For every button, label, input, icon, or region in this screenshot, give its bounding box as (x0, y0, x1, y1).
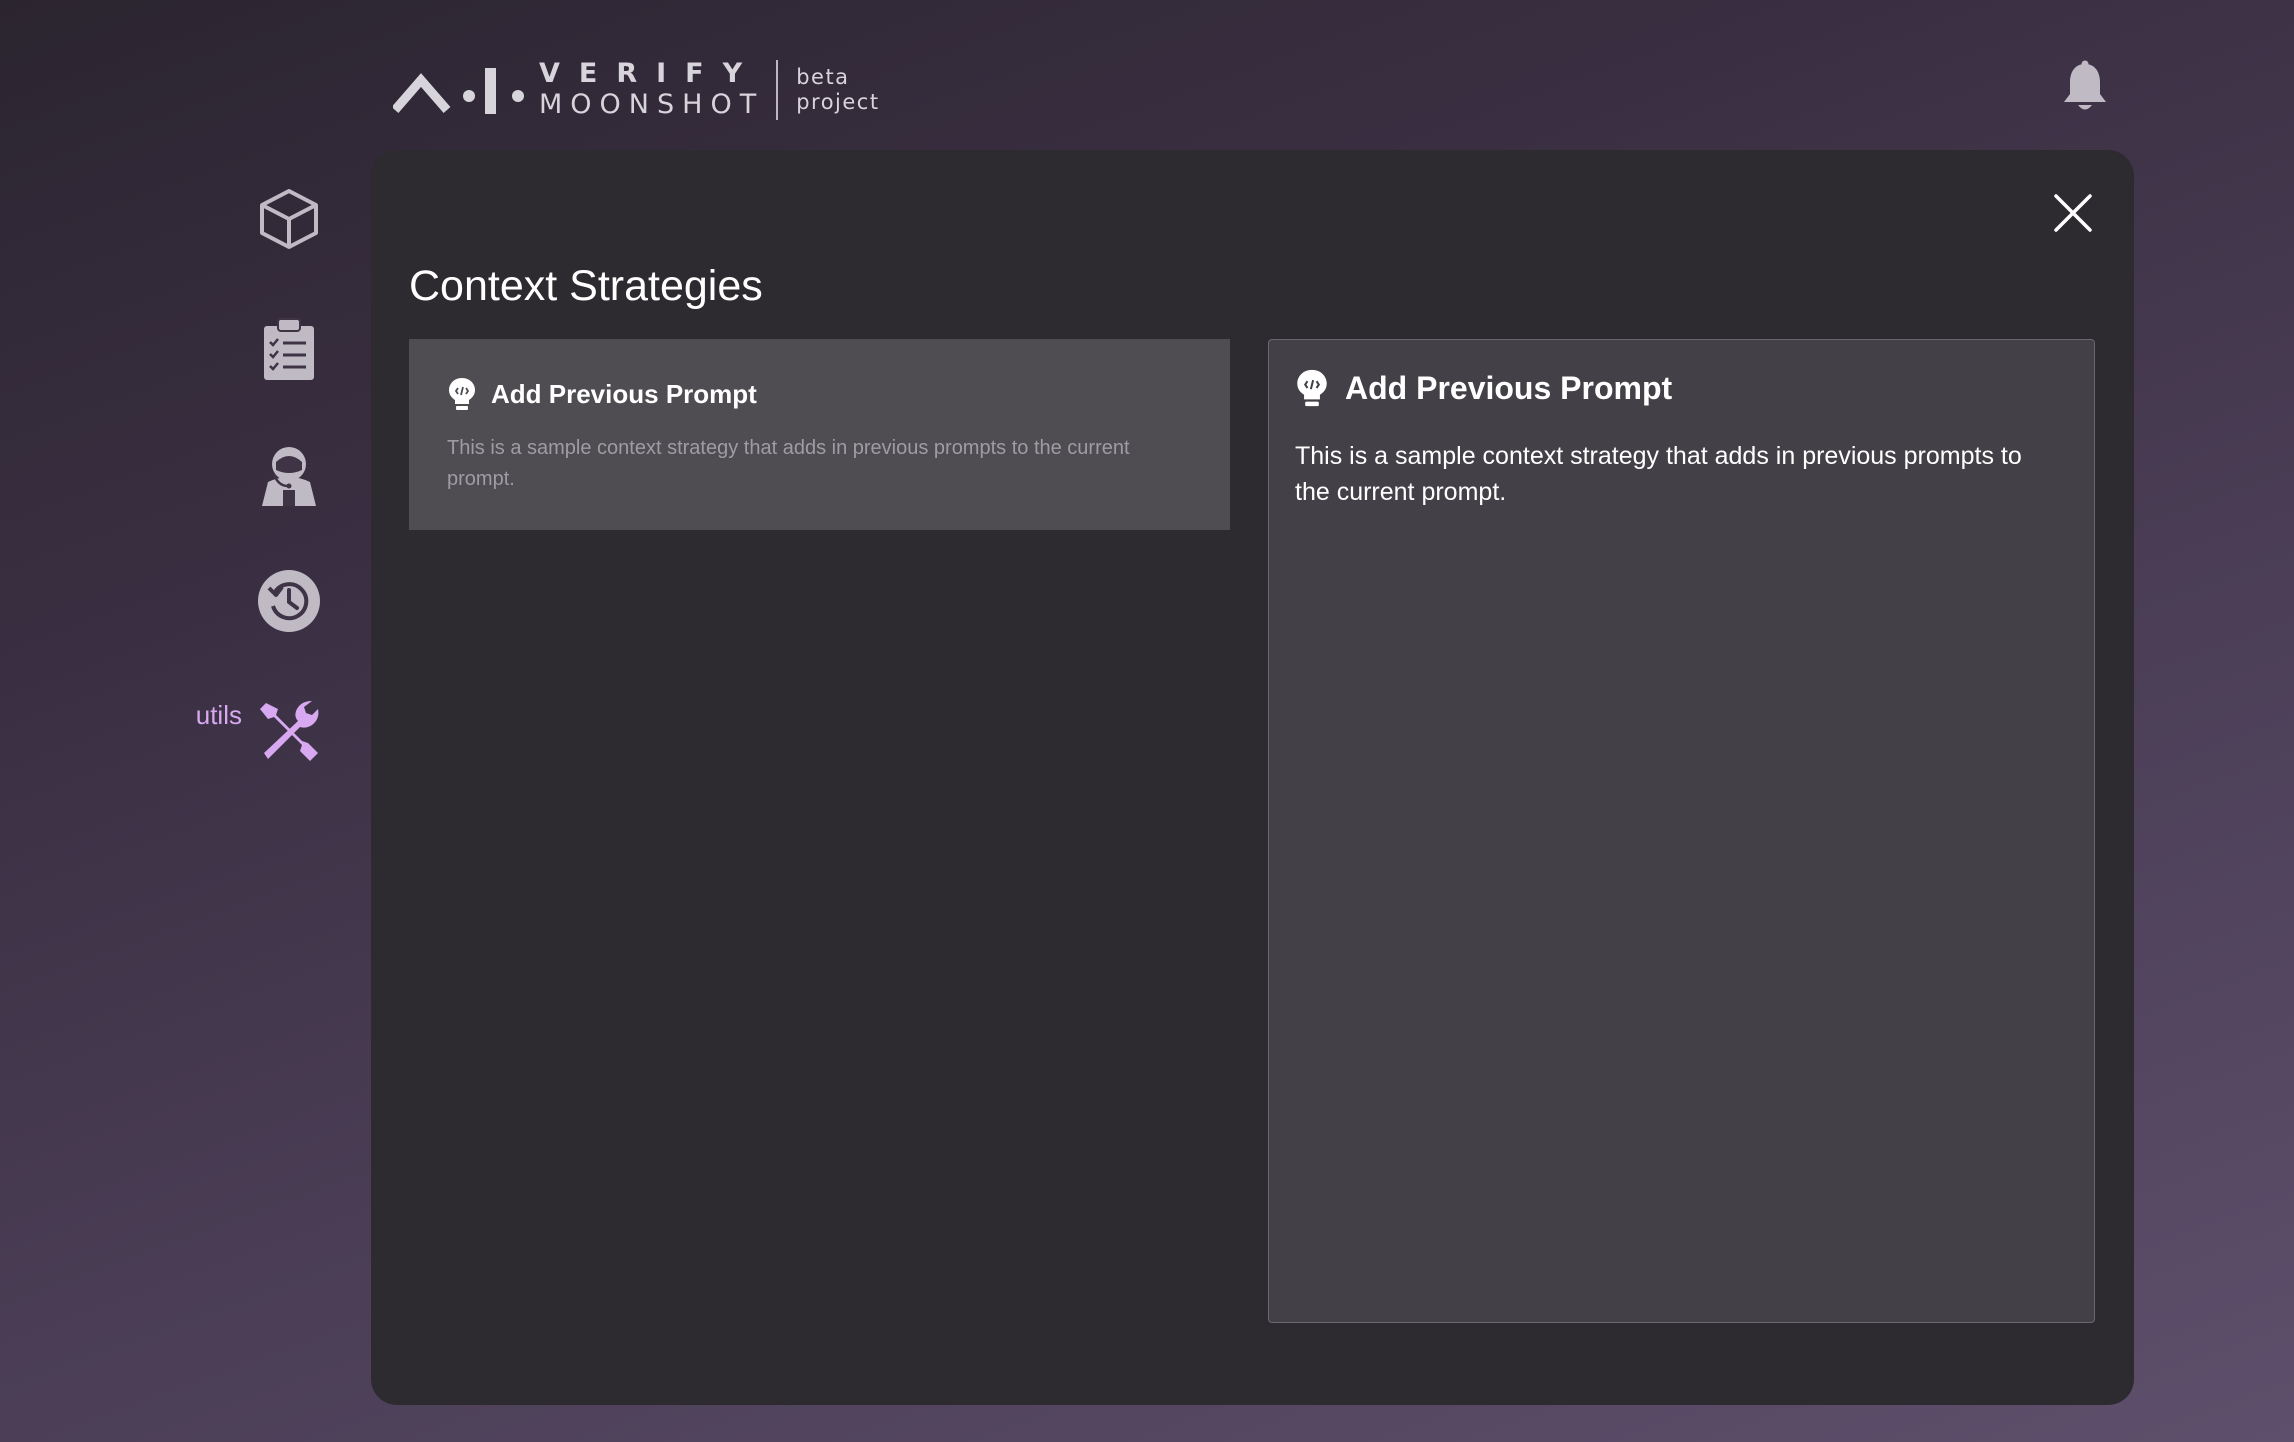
project-tag: project (796, 90, 880, 114)
strategy-detail-panel: Add Previous Prompt This is a sample con… (1268, 339, 2095, 1323)
cube-icon (260, 189, 318, 249)
beta-tag: beta (796, 65, 850, 89)
app-logo: VERIFY MOONSHOT beta project (393, 55, 880, 125)
sidebar-item-benchmarks[interactable] (254, 314, 324, 384)
detail-strategy-name: Add Previous Prompt (1345, 369, 1673, 406)
sidebar-item-endpoints[interactable] (254, 184, 324, 254)
history-icon (258, 570, 320, 632)
logo-divider (776, 60, 779, 120)
sidebar-item-history[interactable] (254, 566, 324, 636)
astronaut-icon (262, 447, 316, 506)
sidebar-item-utils-label[interactable]: utils (150, 700, 242, 731)
lightbulb-icon (1297, 369, 1327, 407)
lightbulb-icon (449, 378, 475, 410)
clipboard-checklist-icon (264, 318, 314, 380)
aiverify-logo-icon (393, 68, 524, 114)
sidebar-item-redteaming[interactable] (254, 440, 324, 510)
logo-moonshot-text: MOONSHOT (539, 89, 765, 120)
page-title: Context Strategies (409, 262, 763, 310)
context-strategies-modal: Context Strategies Add Previous Prompt T… (371, 150, 2134, 1405)
strategy-name: Add Previous Prompt (491, 378, 757, 409)
close-icon[interactable] (2050, 190, 2096, 236)
detail-strategy-description: This is a sample context strategy that a… (1295, 442, 2022, 506)
strategy-list-item[interactable]: Add Previous Prompt This is a sample con… (409, 339, 1230, 530)
logo-verify-text: VERIFY (539, 58, 762, 89)
sidebar-item-utils[interactable] (254, 695, 324, 765)
strategy-description: This is a sample context strategy that a… (447, 437, 1130, 490)
notification-bell-icon[interactable] (2060, 60, 2110, 114)
tools-icon (260, 701, 319, 761)
